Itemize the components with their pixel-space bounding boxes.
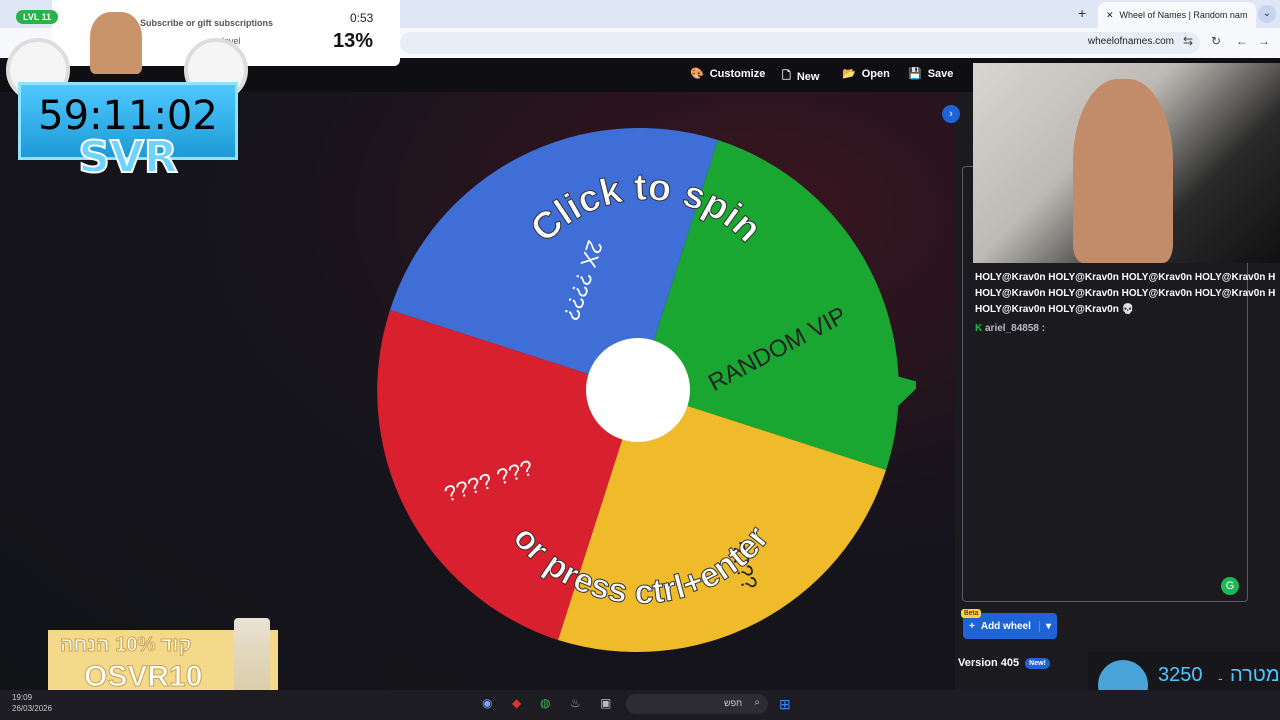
wheel[interactable]: 2X ???? RANDOM VIP ???? ???? ??? Click t…	[376, 128, 916, 658]
file-icon: 🗋	[782, 70, 791, 82]
discord-icon[interactable]: ◉	[482, 696, 492, 710]
panel-toggle-icon[interactable]: ›	[942, 105, 960, 123]
svr-logo-text: SVR	[77, 131, 179, 184]
kick-icon: K	[975, 323, 985, 334]
mascot-logo	[90, 12, 142, 74]
chat-username: K ariel_84858 :	[975, 323, 1046, 334]
goal-label: מטרה	[1230, 664, 1280, 686]
new-button[interactable]: 🗋 New	[782, 67, 819, 86]
streamer-image	[1073, 79, 1173, 263]
chrome-icon[interactable]: ◍	[540, 696, 550, 710]
taskbar-clock: 19:09	[12, 693, 33, 702]
reload-icon[interactable]: ↻	[1211, 34, 1221, 48]
version-info[interactable]: Version 405 New!	[958, 657, 1050, 669]
save-icon: 💾	[908, 68, 922, 80]
new-badge: New!	[1025, 657, 1050, 669]
site-settings-icon[interactable]: ⇆	[1183, 34, 1193, 48]
windows-start-icon[interactable]: ⊞	[779, 696, 791, 713]
app-icon[interactable]: ◆	[512, 696, 521, 710]
sub-time: 0:53	[350, 11, 374, 25]
chat-line: HOLY@Krav0n HOLY@Krav0n 💀	[975, 304, 1135, 315]
chat-line: HOLY@Krav0n HOLY@Krav0n HOLY@Krav0n HOLY…	[975, 288, 1276, 299]
save-button[interactable]: 💾 Save	[908, 67, 953, 81]
palette-icon: 🎨	[690, 68, 704, 80]
goal-dash: -	[1218, 670, 1223, 686]
tab-title: Wheel of Names | Random nam	[1119, 10, 1248, 20]
plus-icon: +	[969, 620, 975, 632]
search-icon: ⌕	[754, 697, 760, 708]
taskbar-search[interactable]: חפש ⌕	[626, 694, 768, 714]
webcam-feed	[973, 63, 1280, 263]
taskbar-date: 26/03/2026	[12, 704, 53, 713]
open-button[interactable]: 📂 Open	[842, 67, 890, 81]
tab-wheel-of-names[interactable]: ✕ Wheel of Names | Random nam	[1098, 2, 1256, 28]
back-icon[interactable]: ←	[1236, 34, 1248, 48]
sub-percent: 13%	[333, 30, 374, 52]
steam-icon[interactable]: ♨	[570, 696, 581, 710]
subscribe-text: Subscribe or gift subscriptions	[140, 18, 274, 28]
promo-line: קוד 10% הנחה	[60, 634, 193, 657]
new-tab-icon[interactable]: +	[1078, 5, 1086, 21]
explorer-icon[interactable]: ▣	[600, 696, 611, 710]
promo-code: OSVR10	[83, 660, 203, 694]
forward-icon[interactable]: →	[1258, 34, 1270, 48]
folder-icon: 📂	[842, 68, 856, 80]
grammarly-icon[interactable]: G	[1221, 577, 1239, 595]
chevron-down-icon[interactable]: ▾	[1038, 620, 1057, 632]
close-tab-icon[interactable]: ✕	[1106, 10, 1114, 21]
goal-value: 3250	[1158, 664, 1203, 686]
beta-badge: Beta	[961, 609, 982, 618]
omnibox[interactable]	[400, 32, 1200, 54]
chat-line: HOLY@Krav0n HOLY@Krav0n HOLY@Krav0n HOLY…	[975, 272, 1276, 283]
customize-button[interactable]: 🎨 Customize	[690, 67, 765, 81]
wheel-center[interactable]	[586, 338, 690, 442]
url-text[interactable]: wheelofnames.com	[1088, 36, 1174, 47]
tab-search-icon[interactable]: ⌄	[1258, 5, 1276, 23]
level-badge: LVL 11	[16, 10, 59, 24]
